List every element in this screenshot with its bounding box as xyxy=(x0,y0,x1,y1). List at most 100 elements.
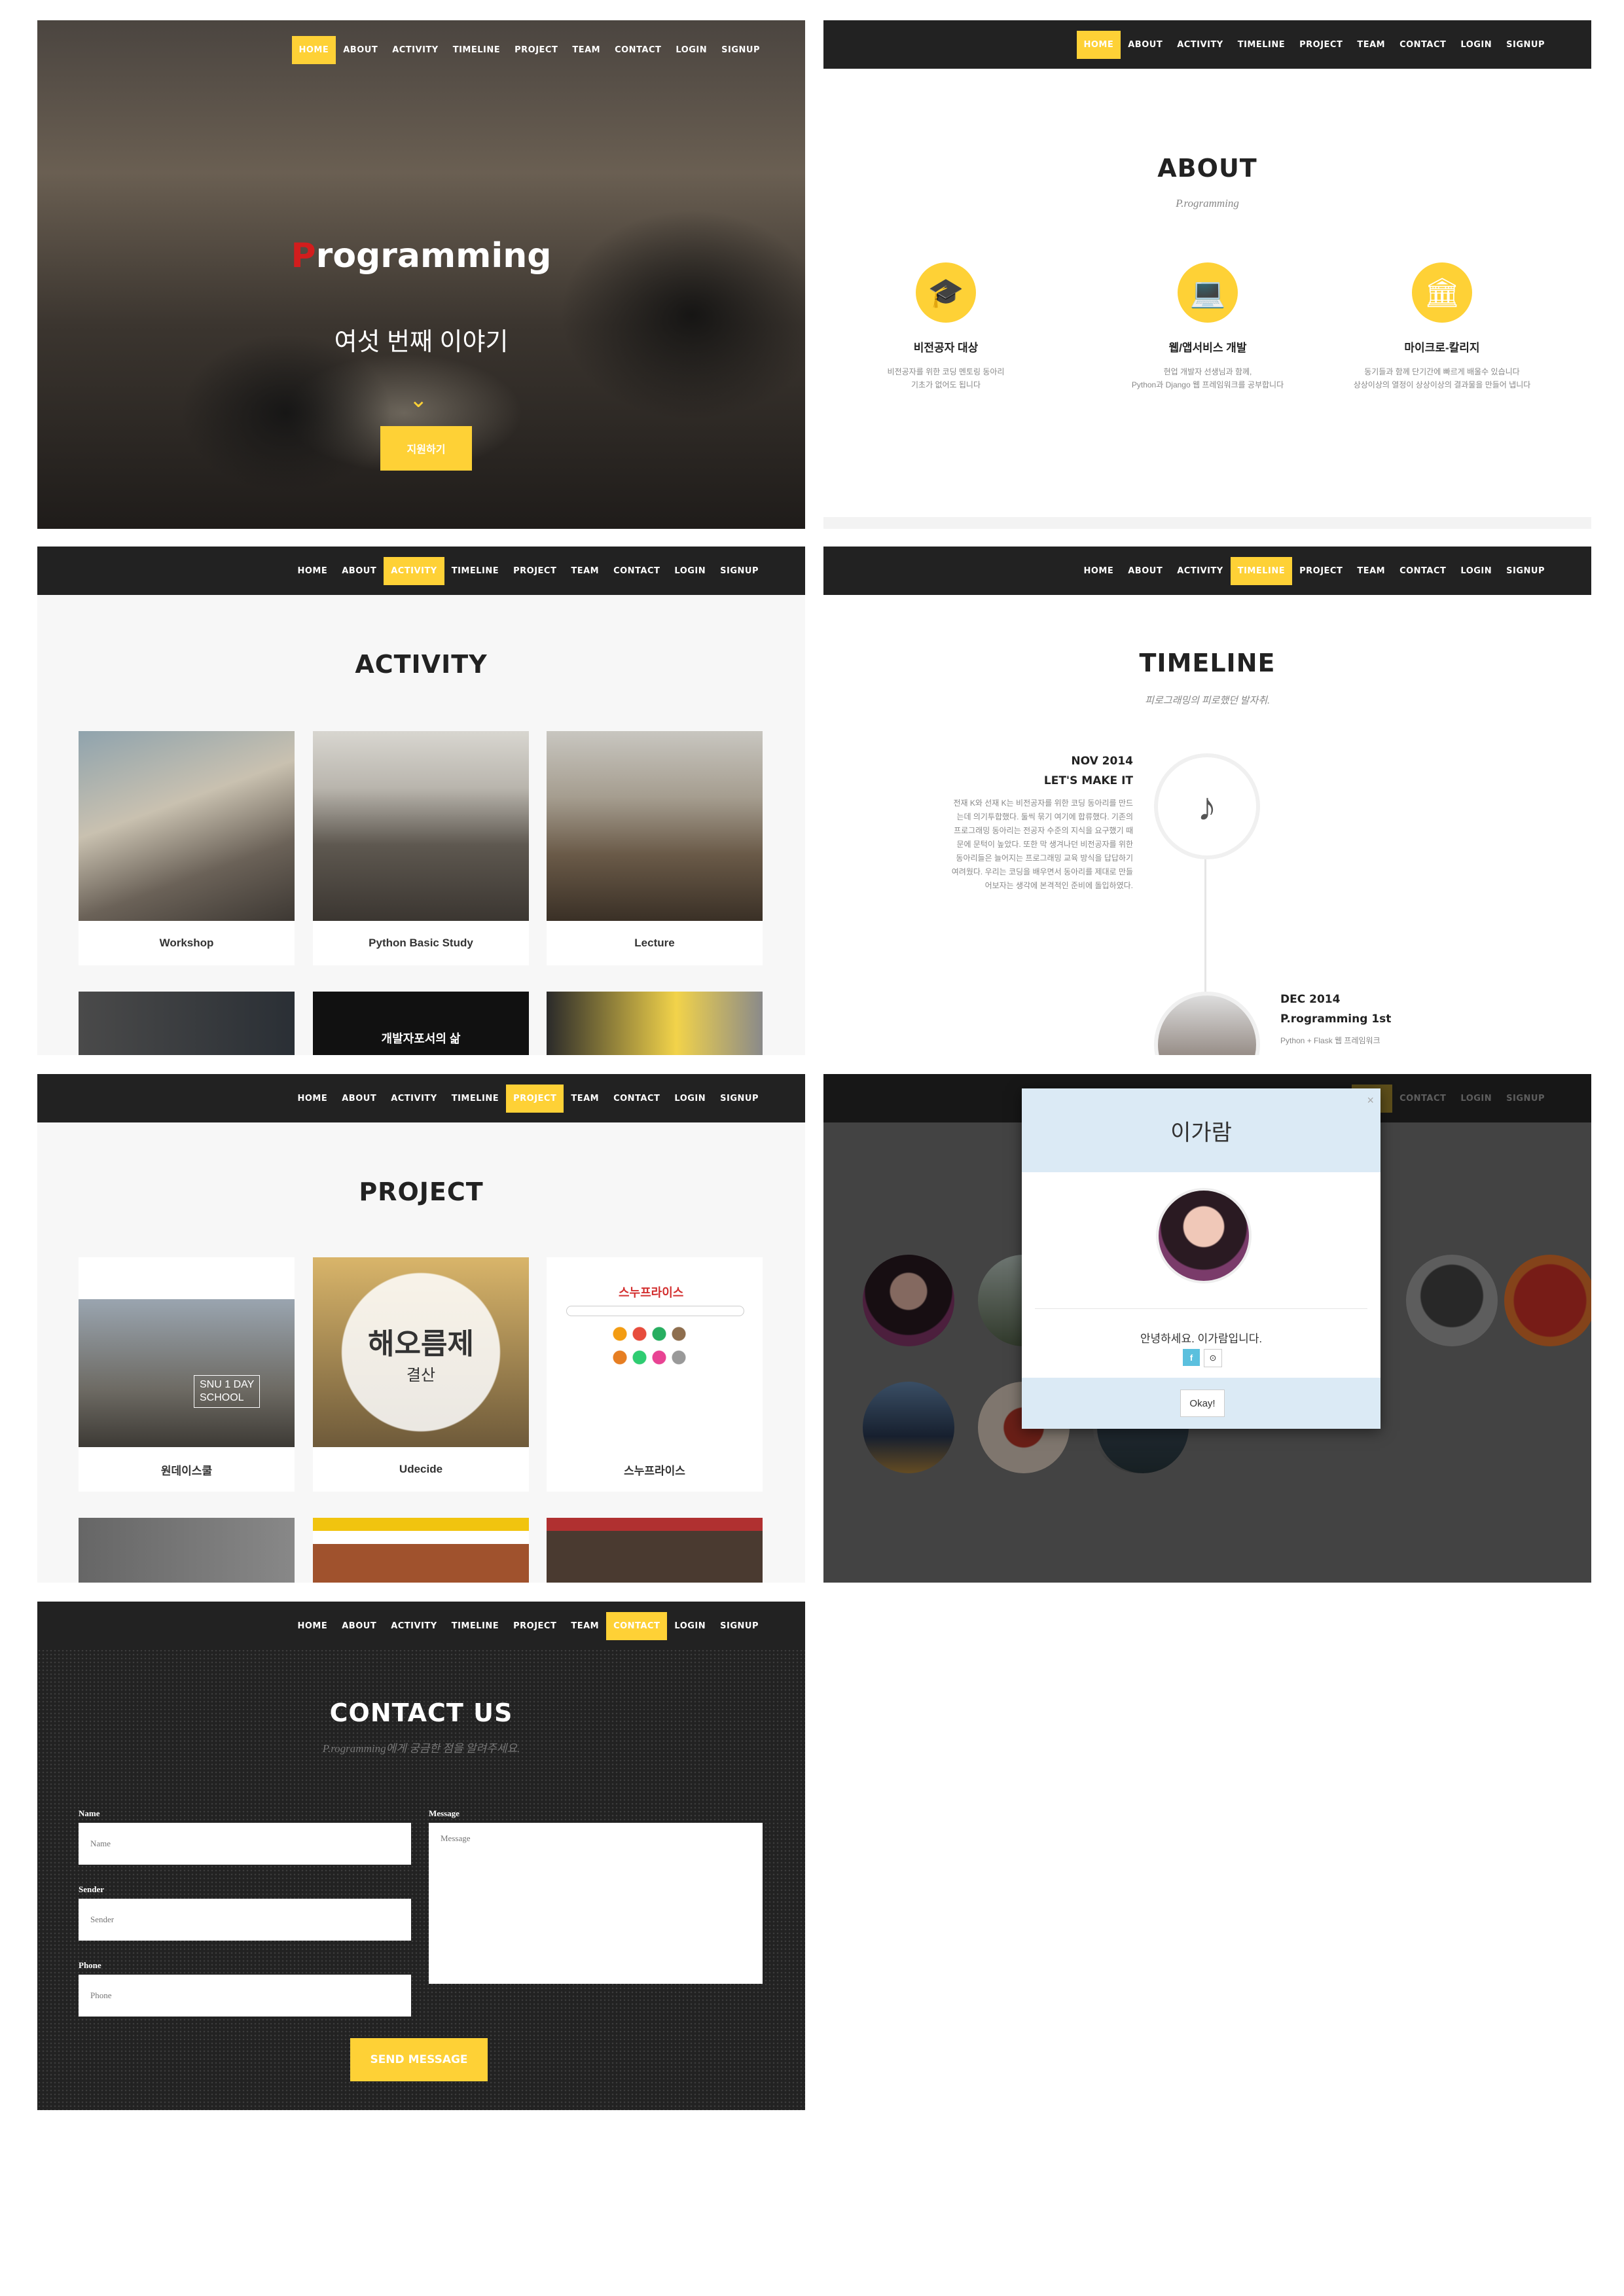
nav-signup[interactable]: SIGNUP xyxy=(1499,31,1552,59)
project-card-oneday-school[interactable]: SNU 1 DAY SCHOOL 원데이스쿨 xyxy=(79,1257,295,1492)
nav-about[interactable]: ABOUT xyxy=(1121,557,1170,585)
udecide-thumbnail: 해오름제 결산 xyxy=(313,1257,529,1447)
nav-activity[interactable]: ACTIVITY xyxy=(384,1612,444,1640)
nav-project[interactable]: PROJECT xyxy=(506,1612,564,1640)
apply-button[interactable]: 지원하기 xyxy=(380,426,472,471)
nav-timeline[interactable]: TIMELINE xyxy=(444,1612,506,1640)
nav-timeline[interactable]: TIMELINE xyxy=(1231,31,1292,59)
okay-button[interactable]: Okay! xyxy=(1180,1390,1225,1417)
project-title: PROJECT xyxy=(359,1177,484,1206)
github-icon[interactable]: ⊙ xyxy=(1204,1349,1222,1367)
project-card[interactable] xyxy=(313,1518,529,1583)
timeline-subtitle: 피로그래밍의 피로했던 발자취. xyxy=(1145,696,1270,706)
nav-project[interactable]: PROJECT xyxy=(507,36,565,64)
nav-signup[interactable]: SIGNUP xyxy=(1499,557,1552,585)
timeline-heading: LET'S MAKE IT xyxy=(1043,774,1133,787)
nav-about[interactable]: ABOUT xyxy=(334,1085,384,1113)
nav-project[interactable]: PROJECT xyxy=(1292,557,1350,585)
nav-team[interactable]: TEAM xyxy=(564,557,606,585)
timeline-date: NOV 2014 xyxy=(1071,755,1133,768)
close-icon[interactable]: × xyxy=(1367,1094,1374,1107)
nav-signup[interactable]: SIGNUP xyxy=(713,1612,766,1640)
navbar: HOME ABOUT ACTIVITY TIMELINE PROJECT TEA… xyxy=(823,20,1591,69)
send-message-button[interactable]: SEND MESSAGE xyxy=(350,2038,488,2081)
project-card-udecide[interactable]: 해오름제 결산 Udecide xyxy=(313,1257,529,1492)
nav-home[interactable]: HOME xyxy=(291,36,336,64)
activity-title: ACTIVITY xyxy=(355,650,488,679)
nav-login[interactable]: LOGIN xyxy=(1453,31,1499,59)
nav-signup[interactable]: SIGNUP xyxy=(713,1085,766,1113)
nav-login[interactable]: LOGIN xyxy=(667,1085,713,1113)
activity-card-lecture[interactable]: Lecture xyxy=(547,731,763,965)
python-study-photo xyxy=(313,731,529,921)
nav-about[interactable]: ABOUT xyxy=(1121,31,1170,59)
nav-timeline[interactable]: TIMELINE xyxy=(444,557,506,585)
activity-card[interactable]: 개발자포서의 삶 xyxy=(313,992,529,1055)
project-card-snuprice[interactable]: 스누프라이스 스누프라이스 xyxy=(547,1257,763,1492)
timeline-text: Python + Flask 웹 프레임워크 xyxy=(1280,1036,1380,1045)
nav-contact[interactable]: CONTACT xyxy=(1392,557,1453,585)
nav-home[interactable]: HOME xyxy=(1076,31,1121,59)
message-textarea[interactable] xyxy=(429,1823,763,1984)
name-input[interactable] xyxy=(79,1823,411,1865)
nav-login[interactable]: LOGIN xyxy=(668,36,714,64)
divider xyxy=(1035,1308,1367,1309)
nav-team[interactable]: TEAM xyxy=(564,1612,606,1640)
phone-label: Phone xyxy=(79,1960,101,1970)
nav-home[interactable]: HOME xyxy=(291,1085,335,1113)
nav-contact[interactable]: CONTACT xyxy=(607,36,668,64)
nav-about[interactable]: ABOUT xyxy=(334,1612,384,1640)
nav-activity[interactable]: ACTIVITY xyxy=(1170,557,1231,585)
nav-activity[interactable]: ACTIVITY xyxy=(384,557,444,585)
nav-activity[interactable]: ACTIVITY xyxy=(1170,31,1231,59)
workshop-photo xyxy=(79,731,295,921)
nav-about[interactable]: ABOUT xyxy=(336,36,385,64)
phone-input[interactable] xyxy=(79,1975,411,2017)
nav-project[interactable]: PROJECT xyxy=(506,557,564,585)
nav-contact[interactable]: CONTACT xyxy=(1392,31,1453,59)
nav-signup[interactable]: SIGNUP xyxy=(713,557,766,585)
project-screenshot: HOME ABOUT ACTIVITY TIMELINE PROJECT TEA… xyxy=(37,1074,805,1583)
nav-team[interactable]: TEAM xyxy=(1350,31,1392,59)
member-name: 이가람 xyxy=(1170,1120,1232,1145)
team-modal-screenshot: CONTACT LOGIN SIGNUP 이가람 × 안녕하세요. 이가람입니다… xyxy=(823,1074,1591,1583)
nav-contact[interactable]: CONTACT xyxy=(606,1612,668,1640)
nav-team[interactable]: TEAM xyxy=(565,36,607,64)
nav-login[interactable]: LOGIN xyxy=(667,1612,713,1640)
nav-project[interactable]: PROJECT xyxy=(1292,31,1350,59)
nav-about[interactable]: ABOUT xyxy=(334,557,384,585)
activity-card-python-study[interactable]: Python Basic Study xyxy=(313,731,529,965)
lecture-photo xyxy=(547,731,763,921)
modal-header: 이가람 xyxy=(1022,1088,1380,1172)
activity-card-workshop[interactable]: Workshop xyxy=(79,731,295,965)
nav-activity[interactable]: ACTIVITY xyxy=(384,1085,444,1113)
nav-team[interactable]: TEAM xyxy=(1350,557,1392,585)
nav-timeline[interactable]: TIMELINE xyxy=(444,1085,506,1113)
nav-home[interactable]: HOME xyxy=(291,557,335,585)
nav-login[interactable]: LOGIN xyxy=(1453,557,1499,585)
nav-team[interactable]: TEAM xyxy=(564,1085,606,1113)
activity-card[interactable] xyxy=(547,992,763,1055)
about-subtitle: P.rogramming xyxy=(1176,197,1239,209)
nav-login[interactable]: LOGIN xyxy=(667,557,713,585)
navbar: HOME ABOUT ACTIVITY TIMELINE PROJECT TEA… xyxy=(37,547,805,595)
activity-card[interactable] xyxy=(79,992,295,1055)
nav-timeline[interactable]: TIMELINE xyxy=(446,36,507,64)
sender-input[interactable] xyxy=(79,1899,411,1941)
nav-project[interactable]: PROJECT xyxy=(506,1085,564,1113)
nav-contact[interactable]: CONTACT xyxy=(606,557,667,585)
contact-screenshot: HOME ABOUT ACTIVITY TIMELINE PROJECT TEA… xyxy=(37,1602,805,2110)
about-title: ABOUT xyxy=(1157,154,1257,183)
nav-timeline[interactable]: TIMELINE xyxy=(1230,557,1293,585)
project-card[interactable] xyxy=(547,1518,763,1583)
member-greeting: 안녕하세요. 이가람입니다. xyxy=(1140,1333,1263,1345)
project-card[interactable] xyxy=(79,1518,295,1583)
graduation-cap-icon: 🎓 xyxy=(916,262,976,323)
nav-home[interactable]: HOME xyxy=(291,1612,335,1640)
facebook-icon[interactable]: f xyxy=(1183,1349,1200,1366)
nav-contact[interactable]: CONTACT xyxy=(606,1085,667,1113)
hero-subtitle: 여섯 번째 이야기 xyxy=(334,329,509,356)
nav-activity[interactable]: ACTIVITY xyxy=(385,36,446,64)
nav-signup[interactable]: SIGNUP xyxy=(714,36,767,64)
nav-home[interactable]: HOME xyxy=(1077,557,1121,585)
